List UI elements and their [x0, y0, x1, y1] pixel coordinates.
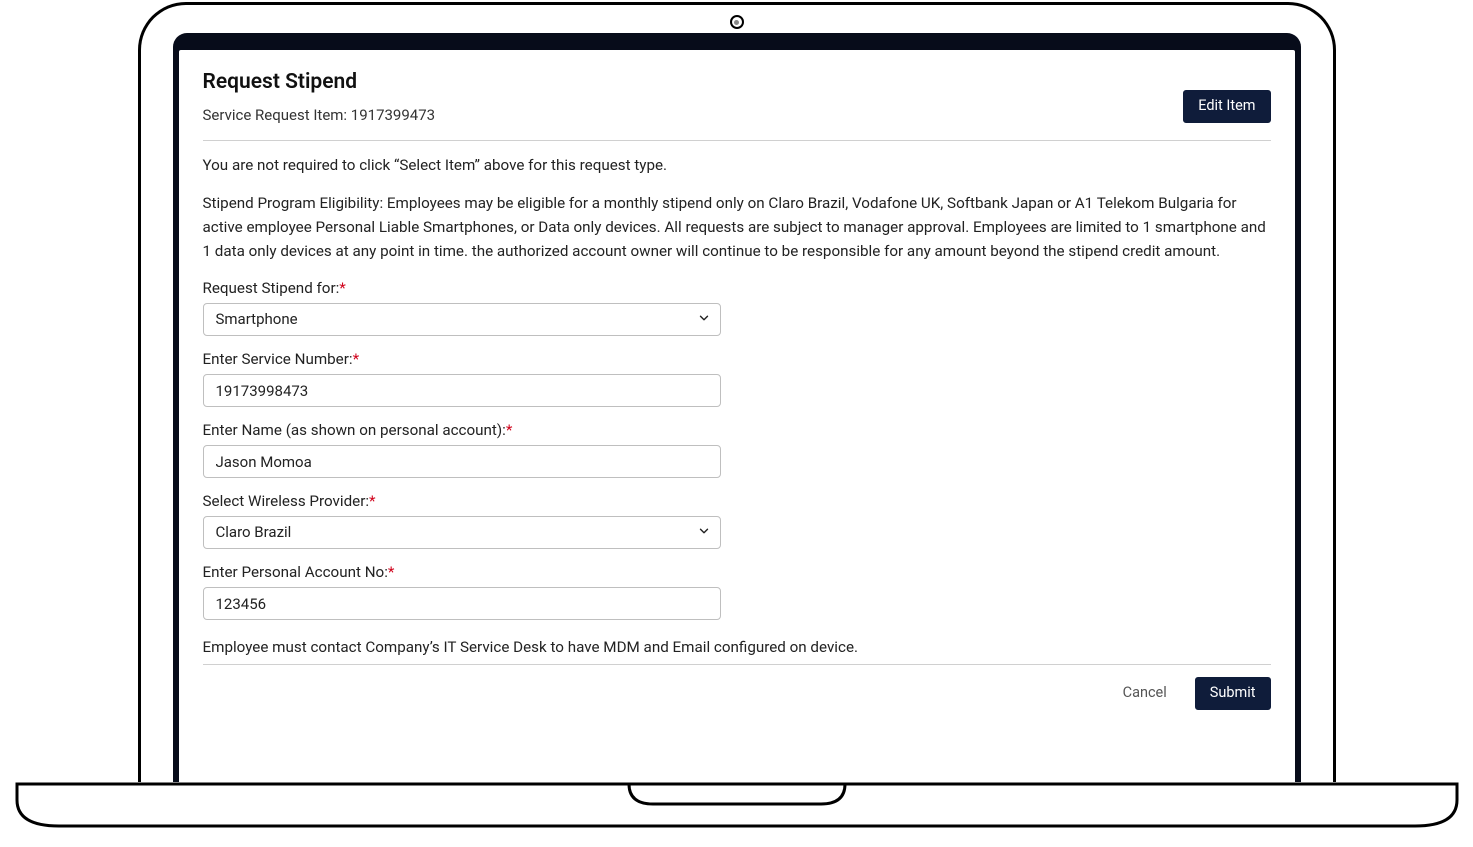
submit-button[interactable]: Submit: [1195, 677, 1271, 710]
header-row: Request Stipend Service Request Item: 19…: [203, 70, 1271, 134]
required-marker: *: [388, 563, 395, 581]
footer-note: Employee must contact Company’s IT Servi…: [203, 638, 1271, 656]
label-text: Enter Personal Account No:: [203, 563, 388, 581]
cancel-button[interactable]: Cancel: [1113, 678, 1177, 709]
field-name: Enter Name (as shown on personal account…: [203, 421, 1271, 478]
stipend-for-label: Request Stipend for:*: [203, 279, 1271, 297]
eligibility-text: Stipend Program Eligibility: Employees m…: [203, 191, 1271, 263]
provider-select[interactable]: Claro Brazil: [203, 516, 721, 549]
laptop-frame: Request Stipend Service Request Item: 19…: [138, 2, 1336, 782]
required-marker: *: [353, 350, 360, 368]
stipend-form: Request Stipend for:* Smartphone Enter S…: [203, 279, 1271, 620]
label-text: Enter Name (as shown on personal account…: [203, 421, 506, 439]
divider: [203, 664, 1271, 665]
label-text: Request Stipend for:: [203, 279, 340, 297]
field-stipend-for: Request Stipend for:* Smartphone: [203, 279, 1271, 336]
required-marker: *: [339, 279, 346, 297]
provider-label: Select Wireless Provider:*: [203, 492, 1271, 510]
laptop-bezel: Request Stipend Service Request Item: 19…: [138, 2, 1336, 782]
service-number-label: Enter Service Number:*: [203, 350, 1271, 368]
account-no-label: Enter Personal Account No:*: [203, 563, 1271, 581]
camera-icon: [730, 15, 744, 29]
name-input[interactable]: [203, 445, 721, 478]
service-number-input[interactable]: [203, 374, 721, 407]
field-account-no: Enter Personal Account No:*: [203, 563, 1271, 620]
app-window: Request Stipend Service Request Item: 19…: [179, 50, 1295, 782]
field-provider: Select Wireless Provider:* Claro Brazil: [203, 492, 1271, 549]
required-marker: *: [506, 421, 513, 439]
stipend-for-select[interactable]: Smartphone: [203, 303, 721, 336]
page-title: Request Stipend: [203, 70, 436, 94]
laptop-base: [15, 782, 1459, 842]
field-service-number: Enter Service Number:*: [203, 350, 1271, 407]
laptop-screen: Request Stipend Service Request Item: 19…: [173, 33, 1301, 782]
edit-item-button[interactable]: Edit Item: [1183, 90, 1270, 123]
form-actions: Cancel Submit: [203, 677, 1271, 710]
account-no-input[interactable]: [203, 587, 721, 620]
divider: [203, 140, 1271, 141]
intro-note: You are not required to click “Select It…: [203, 153, 1271, 177]
service-request-item-label: Service Request Item: 1917399473: [203, 106, 436, 134]
name-label: Enter Name (as shown on personal account…: [203, 421, 1271, 439]
label-text: Select Wireless Provider:: [203, 492, 370, 510]
label-text: Enter Service Number:: [203, 350, 353, 368]
required-marker: *: [369, 492, 376, 510]
